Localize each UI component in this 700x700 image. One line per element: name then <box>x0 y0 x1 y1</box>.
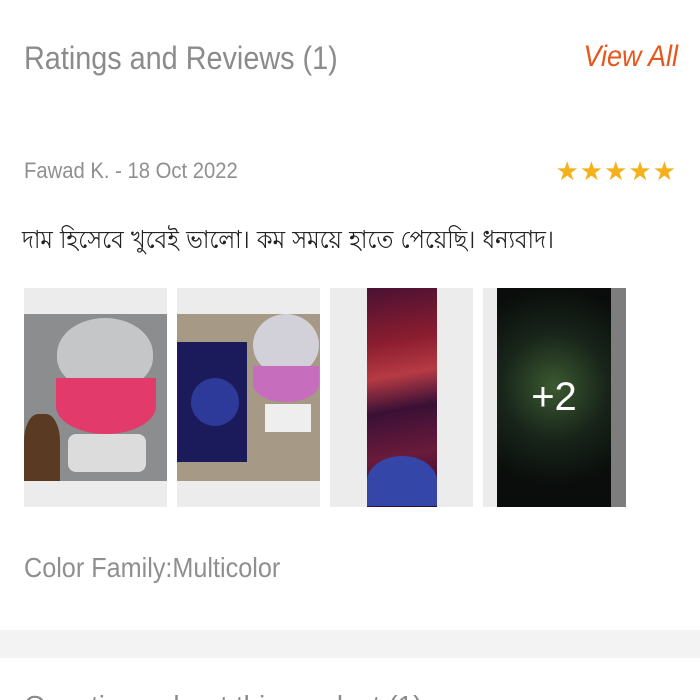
lamp-band <box>56 378 156 434</box>
lamp-base <box>68 434 146 472</box>
star-icon: ★ <box>555 156 579 186</box>
color-family-variant: Color Family:Multicolor <box>24 552 281 583</box>
more-photos-count: +2 <box>531 375 577 419</box>
reviews-title: Ratings and Reviews (1) <box>24 40 338 76</box>
questions-title: Questions about this product (1) <box>24 690 422 700</box>
star-icon: ★ <box>604 156 628 186</box>
lamp-base <box>265 404 311 432</box>
review-photo-3[interactable] <box>330 288 473 507</box>
lamp-glow <box>367 456 437 506</box>
star-icon: ★ <box>628 156 652 186</box>
view-all-link[interactable]: View All <box>583 40 678 74</box>
section-divider <box>0 630 700 658</box>
product-box <box>177 342 247 462</box>
review-comment: দাম হিসেবে খুবেই ভালো। কম সময়ে হাতে পেয… <box>22 225 554 254</box>
rating-stars: ★ ★ ★ ★ ★ <box>555 158 676 184</box>
hand-image <box>24 414 60 481</box>
reviews-header: Ratings and Reviews (1) View All <box>0 0 700 120</box>
photo-edge <box>611 288 626 507</box>
review-photo-4[interactable]: +2 <box>483 288 626 507</box>
review-photo-1[interactable] <box>24 288 167 507</box>
star-icon: ★ <box>579 156 604 186</box>
box-lamp-graphic <box>191 378 239 426</box>
review-photo-2[interactable] <box>177 288 320 507</box>
lamp-band <box>253 366 319 402</box>
review-item: Fawad K. - 18 Oct 2022 ★ ★ ★ ★ ★ দাম হিস… <box>0 150 700 620</box>
star-icon: ★ <box>652 156 676 186</box>
questions-header: Questions about this product (1) <box>0 658 700 700</box>
box-and-lamp-image <box>177 314 320 481</box>
lamp-image <box>24 314 167 481</box>
review-photos: +2 <box>24 288 626 507</box>
review-author-date: Fawad K. - 18 Oct 2022 <box>24 158 238 183</box>
